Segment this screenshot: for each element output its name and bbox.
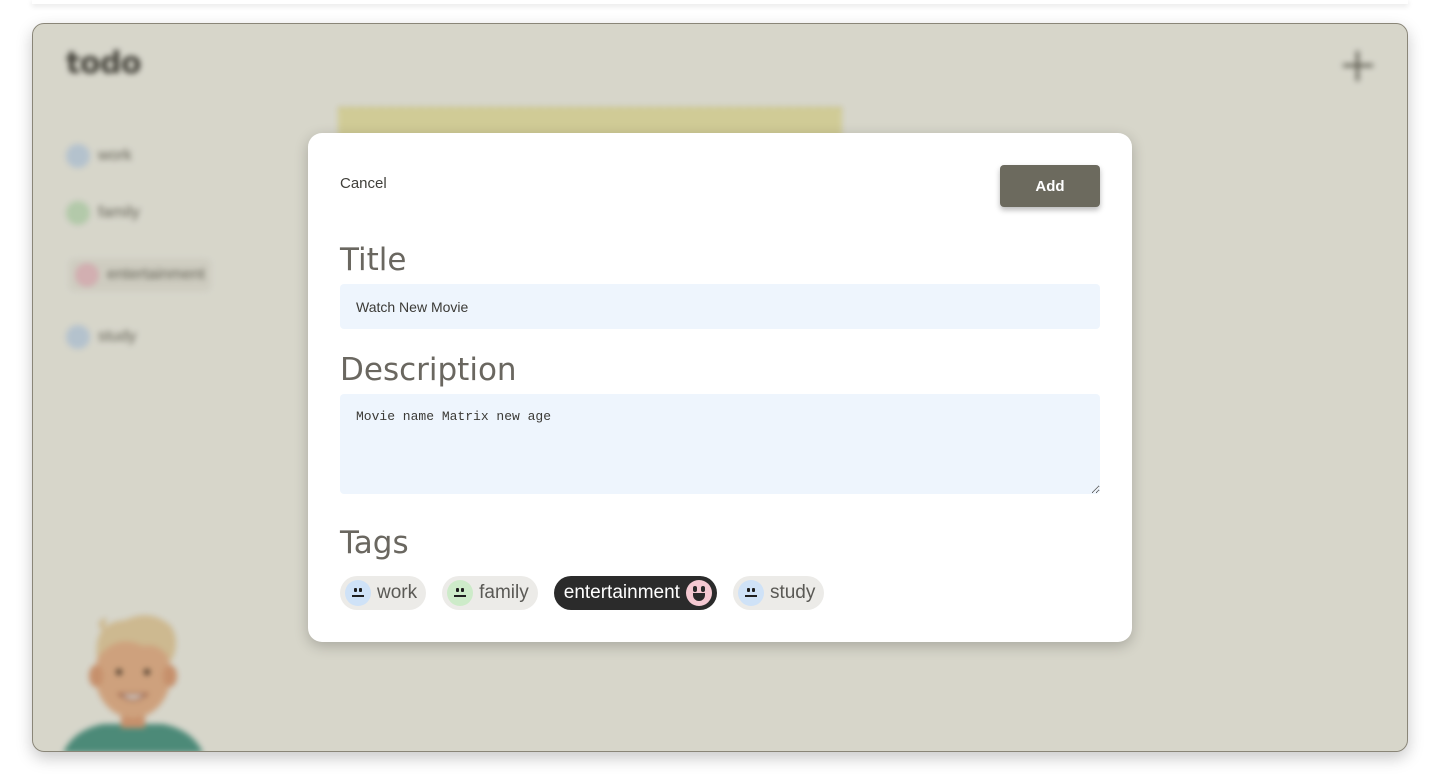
tag-label: family [479,582,529,603]
add-todo-dialog: Cancel Add Title Description Movie name … [308,133,1132,642]
tag-work[interactable]: work [340,576,427,610]
cancel-button[interactable]: Cancel [340,175,387,192]
tag-label: study [769,582,816,603]
neutral-face-icon [447,580,474,606]
title-label: Title [340,242,407,278]
description-label: Description [340,352,517,388]
tag-entertainment[interactable]: entertainment [553,576,717,610]
happy-face-icon [685,580,712,606]
description-textarea[interactable]: Movie name Matrix new age [340,394,1100,494]
tag-study[interactable]: study [732,576,825,610]
tags-label: Tags [340,525,409,561]
neutral-face-icon [345,580,371,606]
tag-label: entertainment [563,582,680,603]
add-button[interactable]: Add [1000,165,1100,207]
tag-label: work [377,582,418,603]
tags-list: work family entertainment study [340,576,825,610]
tag-family[interactable]: family [442,576,538,610]
top-shadow-strip [32,0,1408,4]
neutral-face-icon [737,580,764,606]
title-input[interactable] [340,284,1100,329]
